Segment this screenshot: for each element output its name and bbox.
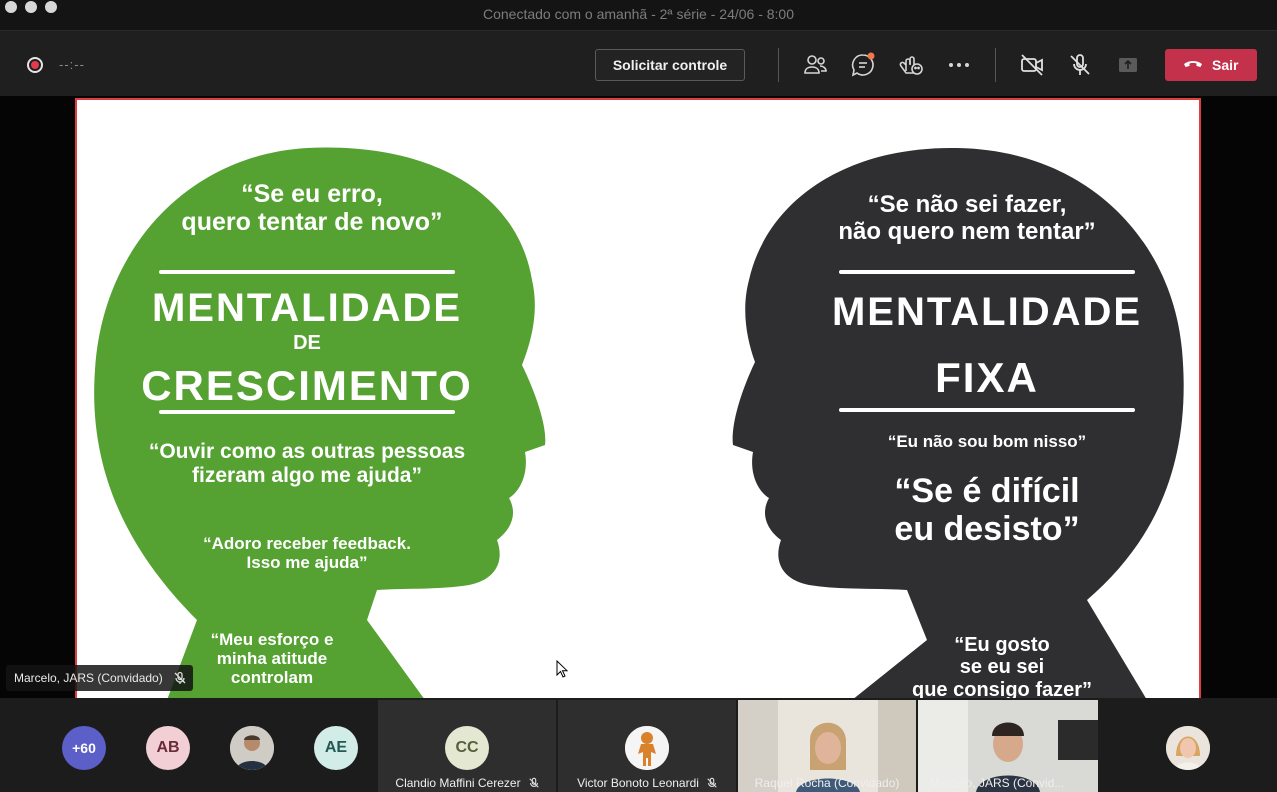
- participant-name: Marcelo, JARS (Convid...: [929, 776, 1065, 790]
- meeting-toolbar: --:-- Solicitar controle Sair: [0, 30, 1277, 96]
- reactions-icon[interactable]: [897, 51, 925, 79]
- fixed-quote-3: “Se é difícil eu desisto”: [894, 472, 1080, 549]
- leave-button[interactable]: Sair: [1165, 49, 1257, 81]
- participant-tile[interactable]: Victor Bonoto Leonardi: [558, 700, 736, 792]
- chat-icon[interactable]: [849, 51, 877, 79]
- fixed-title-1: MENTALIDADE: [831, 290, 1143, 334]
- window-title: Conectado com o amanhã - 2ª série - 24/0…: [482, 6, 795, 22]
- toolbar-divider: [995, 48, 996, 82]
- participant-video-tile[interactable]: Raquel Rocha (Convidado): [738, 700, 916, 792]
- avatar[interactable]: AE: [314, 726, 358, 770]
- presenter-name-badge: Marcelo, JARS (Convidado): [6, 665, 193, 691]
- avatar[interactable]: [230, 726, 274, 770]
- fixed-title-2: FIXA: [935, 354, 1039, 401]
- avatar: CC: [445, 726, 489, 770]
- participant-name: Raquel Rocha (Convidado): [754, 776, 900, 790]
- growth-quote-1: “Se eu erro, quero tentar de novo”: [181, 180, 443, 236]
- more-icon[interactable]: [945, 51, 973, 79]
- growth-rule-top: [159, 270, 455, 274]
- growth-quote-2: “Ouvir como as outras pessoas fizeram al…: [148, 440, 466, 487]
- participant-video-tile[interactable]: Marcelo, JARS (Convid...: [918, 700, 1098, 792]
- participant-photo: [230, 726, 274, 770]
- teams-meeting-window: Conectado com o amanhã - 2ª série - 24/0…: [0, 0, 1277, 792]
- fixed-rule-top: [839, 270, 1135, 274]
- mic-off-icon: [707, 777, 717, 788]
- growth-quote-3: “Adoro receber feedback. Isso me ajuda”: [203, 534, 411, 573]
- leave-label: Sair: [1212, 57, 1239, 73]
- participants-icon[interactable]: [801, 51, 829, 79]
- toolbar-divider: [778, 48, 779, 82]
- phone-hangup-icon: [1184, 61, 1202, 67]
- shared-content-stage: “Se eu erro, quero tentar de novo” MENTA…: [0, 96, 1277, 698]
- fixed-quote-4: “Eu gosto se eu sei que consigo fazer”: [911, 634, 1093, 698]
- avatar[interactable]: AB: [146, 726, 190, 770]
- title-bar: Conectado com o amanhã - 2ª série - 24/0…: [0, 0, 1277, 30]
- participant-strip: +60 AB AE CC Clandio Maffini Cerezer Vic…: [0, 698, 1277, 792]
- request-control-button[interactable]: Solicitar controle: [595, 49, 745, 81]
- growth-rule-bottom: [159, 410, 455, 414]
- fixed-rule-bottom: [839, 408, 1135, 412]
- mic-off-icon: [174, 671, 186, 684]
- presenter-name: Marcelo, JARS (Convidado): [14, 671, 163, 685]
- growth-title-3: CRESCIMENTO: [141, 362, 473, 409]
- avatar: [625, 726, 669, 770]
- shared-slide: “Se eu erro, quero tentar de novo” MENTA…: [75, 98, 1201, 698]
- my-avatar[interactable]: [1166, 726, 1210, 770]
- share-tray-icon[interactable]: [1114, 51, 1142, 79]
- participant-photo: [625, 726, 669, 770]
- mouse-cursor-icon: [556, 660, 568, 678]
- fixed-quote-1: “Se não sei fazer, não quero nem tentar”: [838, 191, 1096, 245]
- mic-off-icon[interactable]: [1066, 51, 1094, 79]
- participant-photo: [1166, 726, 1210, 770]
- overflow-participants-button[interactable]: +60: [62, 726, 106, 770]
- growth-title-1: MENTALIDADE: [151, 286, 463, 330]
- participant-tile[interactable]: CC Clandio Maffini Cerezer: [378, 700, 556, 792]
- camera-off-icon[interactable]: [1018, 51, 1046, 79]
- fixed-quote-2: “Eu não sou bom nisso”: [887, 432, 1087, 451]
- recording-icon: [27, 57, 43, 73]
- mic-off-icon: [529, 777, 539, 788]
- growth-title-2: DE: [293, 332, 321, 354]
- meeting-timer: --:--: [59, 57, 85, 72]
